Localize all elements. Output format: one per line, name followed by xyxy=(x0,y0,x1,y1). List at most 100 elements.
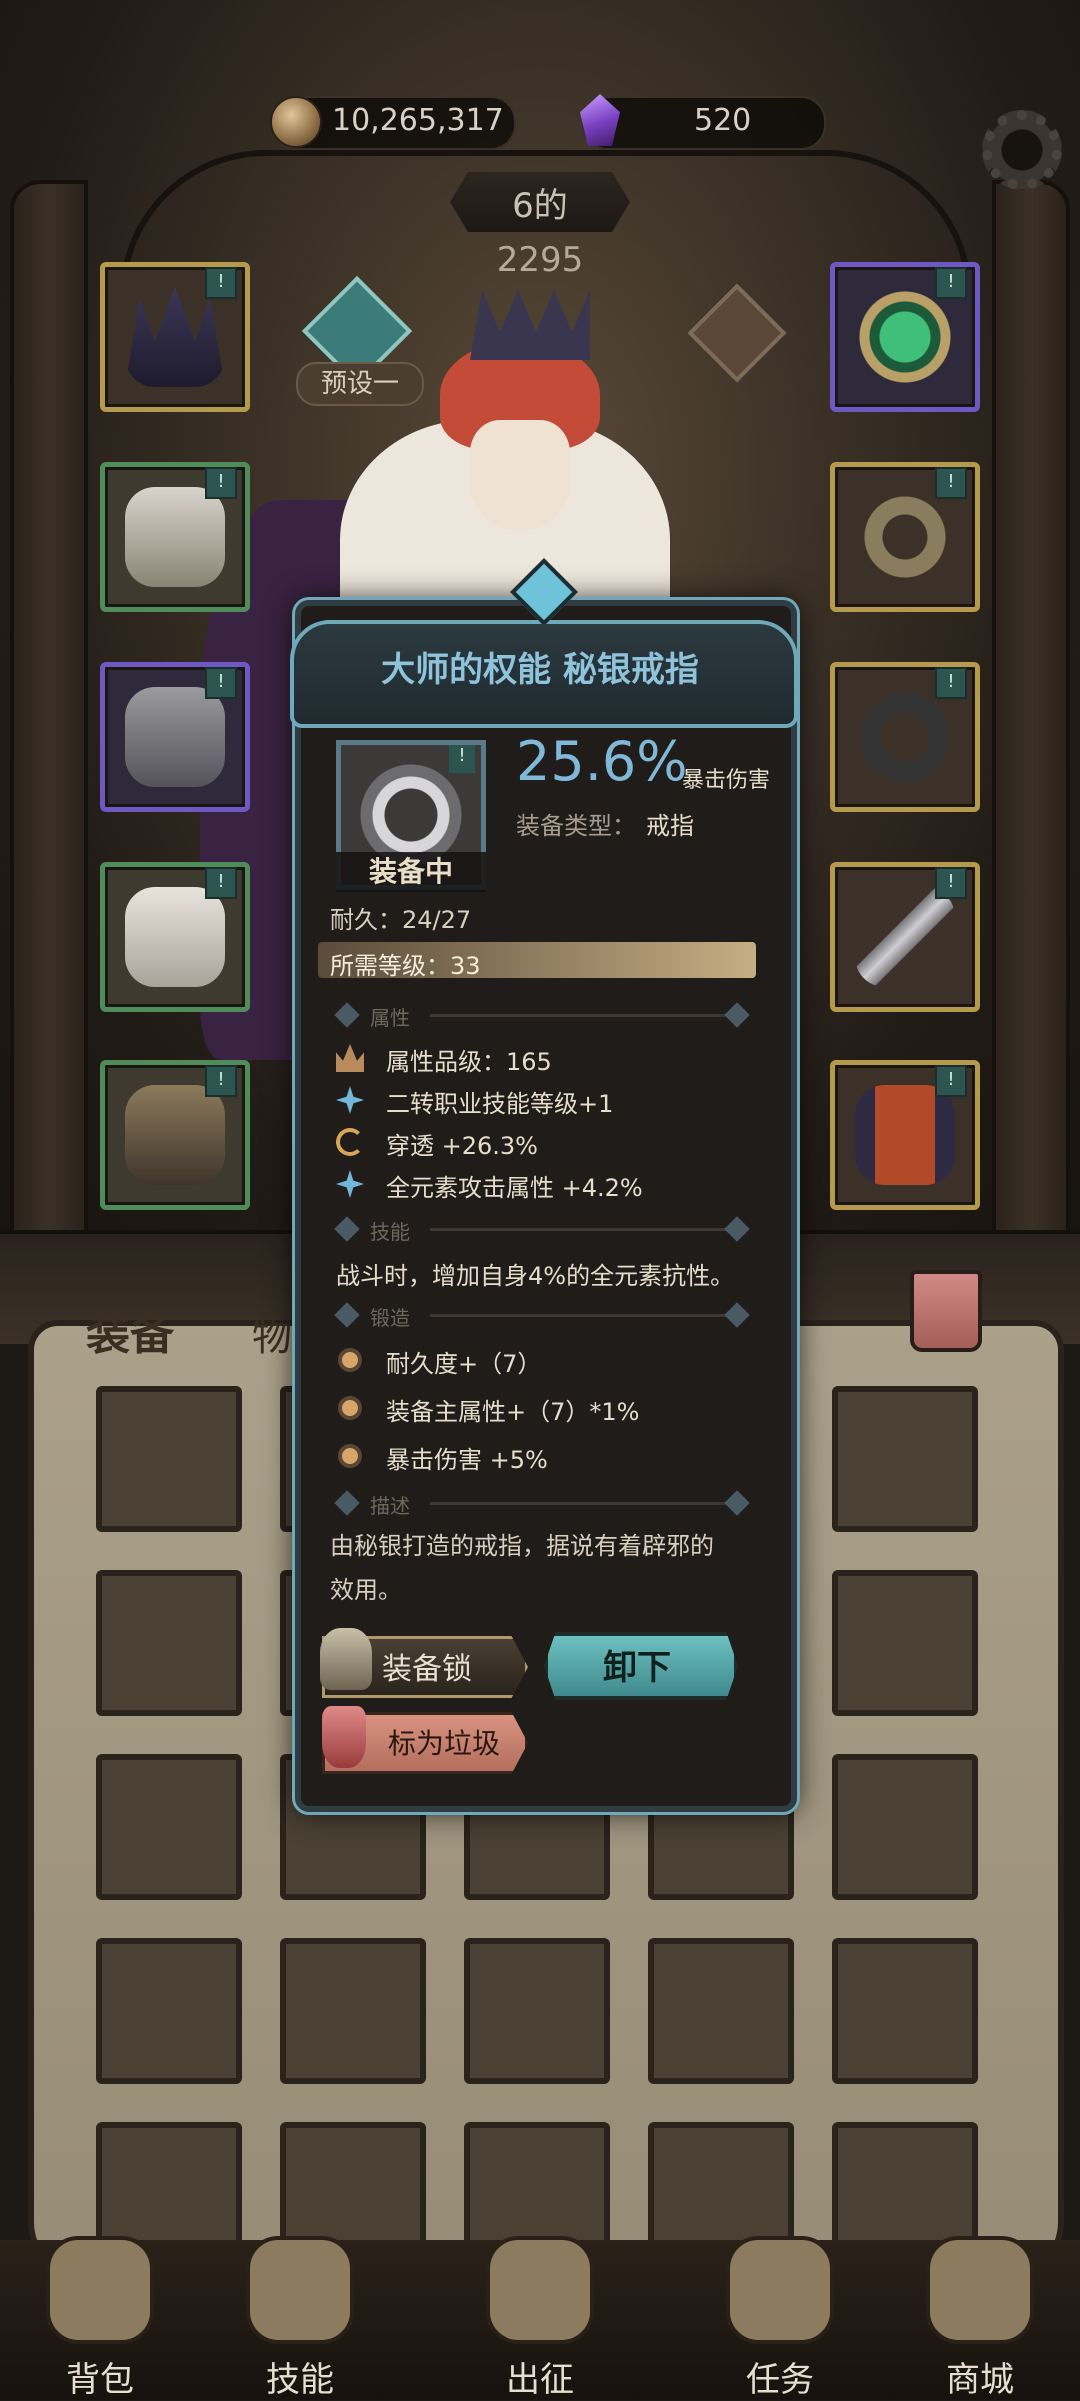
new-flag-icon: ! xyxy=(205,267,237,299)
slot-weapon[interactable]: ! xyxy=(830,862,980,1012)
nav-label: 技能 xyxy=(266,2360,334,2400)
main-stat-label: 暴击伤害 xyxy=(682,768,771,793)
combat-power: 2295 xyxy=(496,240,584,280)
nav-skills[interactable]: 技能 xyxy=(225,2236,375,2400)
inventory-slot[interactable] xyxy=(96,1754,242,1900)
forge-row: 耐久度+（7） xyxy=(386,1350,542,1378)
new-flag-icon: ! xyxy=(935,667,967,699)
nav-label: 背包 xyxy=(66,2360,134,2400)
quest-icon xyxy=(726,2236,834,2344)
forge-row: 暴击伤害 +5% xyxy=(386,1446,548,1474)
section-title-description: 描述 xyxy=(370,1494,410,1518)
unequip-button-label: 卸下 xyxy=(603,1648,671,1688)
slot-pants[interactable]: ! xyxy=(100,862,250,1012)
new-flag-icon: ! xyxy=(935,467,967,499)
slot-helmet[interactable]: ! xyxy=(100,262,250,412)
section-title-attributes: 属性 xyxy=(370,1006,410,1030)
inventory-slot[interactable] xyxy=(832,1386,978,1532)
slot-gloves[interactable]: ! xyxy=(100,662,250,812)
trash-icon[interactable] xyxy=(910,1270,982,1352)
new-flag-icon: ! xyxy=(935,267,967,299)
item-title: 大师的权能 秘银戒指 xyxy=(381,650,699,690)
tab-equipment[interactable]: 装备 xyxy=(86,1298,174,1362)
inventory-slot[interactable] xyxy=(832,1570,978,1716)
slot-ring-1[interactable]: ! xyxy=(830,462,980,612)
forge-dot-icon xyxy=(338,1348,362,1372)
equip-type-value: 戒指 xyxy=(646,812,694,840)
nav-label: 任务 xyxy=(746,2360,814,2400)
gold-amount: 10,265,317 xyxy=(332,103,504,138)
backpack-icon xyxy=(46,2236,154,2344)
item-description: 由秘银打造的戒指，据说有着辟邪的 效用。 xyxy=(330,1524,770,1612)
section-divider xyxy=(430,1014,730,1017)
description-line: 由秘银打造的戒指，据说有着辟邪的 xyxy=(330,1532,714,1560)
new-flag-icon: ! xyxy=(205,667,237,699)
inventory-slot[interactable] xyxy=(96,1938,242,2084)
required-level-text: 所需等级：33 xyxy=(330,952,481,980)
nav-label: 出征 xyxy=(506,2360,574,2400)
inventory-slot[interactable] xyxy=(464,1938,610,2084)
mark-junk-button-label: 标为垃圾 xyxy=(388,1727,501,1760)
section-divider xyxy=(430,1314,730,1317)
pants-icon xyxy=(125,887,225,987)
nav-backpack[interactable]: 背包 xyxy=(25,2236,175,2400)
slot-ring-2[interactable]: ! xyxy=(830,662,980,812)
inventory-slot[interactable] xyxy=(96,1570,242,1716)
right-frame xyxy=(992,180,1070,1268)
nav-battle[interactable]: 出征 xyxy=(465,2236,615,2400)
helmet-icon xyxy=(125,287,225,387)
new-flag-icon: ! xyxy=(935,867,967,899)
equipped-badge: 装备中 xyxy=(336,852,486,892)
description-line: 效用。 xyxy=(330,1576,402,1604)
gold-coin-icon xyxy=(270,96,322,148)
section-divider xyxy=(430,1228,730,1231)
lock-button-label: 装备锁 xyxy=(382,1652,472,1687)
attribute-row: 穿透 +26.3% xyxy=(386,1132,538,1160)
character-name: 6的 xyxy=(512,186,568,226)
new-flag-icon: ! xyxy=(205,867,237,899)
equip-type-label: 装备类型： xyxy=(516,812,636,840)
new-flag-icon: ! xyxy=(205,467,237,499)
forge-row: 装备主属性+（7）*1% xyxy=(386,1398,640,1426)
ring-icon xyxy=(855,487,955,587)
slot-banner[interactable]: ! xyxy=(830,1060,980,1210)
hero-face xyxy=(470,420,570,530)
junk-tag-icon xyxy=(322,1706,366,1768)
forge-dot-icon xyxy=(338,1396,362,1420)
attribute-row: 属性品级：165 xyxy=(386,1048,552,1076)
settings-gear-icon[interactable] xyxy=(982,110,1062,190)
slot-amulet[interactable]: ! xyxy=(830,262,980,412)
inventory-slot[interactable] xyxy=(648,1938,794,2084)
skill-description: 战斗时，增加自身4%的全元素抗性。 xyxy=(336,1262,735,1290)
inventory-slot[interactable] xyxy=(832,1938,978,2084)
main-stat-value: 25.6% xyxy=(516,730,688,793)
durability-text: 耐久：24/27 xyxy=(330,906,472,934)
nav-shop[interactable]: 商城 xyxy=(905,2236,1055,2400)
spear-icon xyxy=(855,887,955,987)
shop-icon xyxy=(926,2236,1034,2344)
preset-selector[interactable]: 预设一 xyxy=(296,362,424,406)
new-flag-icon: ! xyxy=(935,1065,967,1097)
skill-book-icon xyxy=(246,2236,354,2344)
gauntlet-icon xyxy=(125,687,225,787)
inventory-slot[interactable] xyxy=(280,1938,426,2084)
new-flag-icon: ! xyxy=(205,1065,237,1097)
left-frame xyxy=(10,180,88,1268)
padlock-icon xyxy=(320,1628,372,1690)
section-divider xyxy=(430,1502,730,1505)
inventory-slot[interactable] xyxy=(832,1754,978,1900)
slot-boots[interactable]: ! xyxy=(100,1060,250,1210)
new-flag-icon: ! xyxy=(449,745,475,773)
inventory-slot[interactable] xyxy=(96,1386,242,1532)
forge-dot-icon xyxy=(338,1444,362,1468)
battle-icon xyxy=(486,2236,594,2344)
section-title-forge: 锻造 xyxy=(370,1306,410,1330)
boots-icon xyxy=(125,1085,225,1185)
nav-label: 商城 xyxy=(946,2360,1014,2400)
attribute-row: 二转职业技能等级+1 xyxy=(386,1090,614,1118)
section-title-skill: 技能 xyxy=(370,1220,410,1244)
attribute-row: 全元素攻击属性 +4.2% xyxy=(386,1174,643,1202)
swirl-icon xyxy=(336,1128,364,1156)
nav-quests[interactable]: 任务 xyxy=(705,2236,855,2400)
slot-chest[interactable]: ! xyxy=(100,462,250,612)
